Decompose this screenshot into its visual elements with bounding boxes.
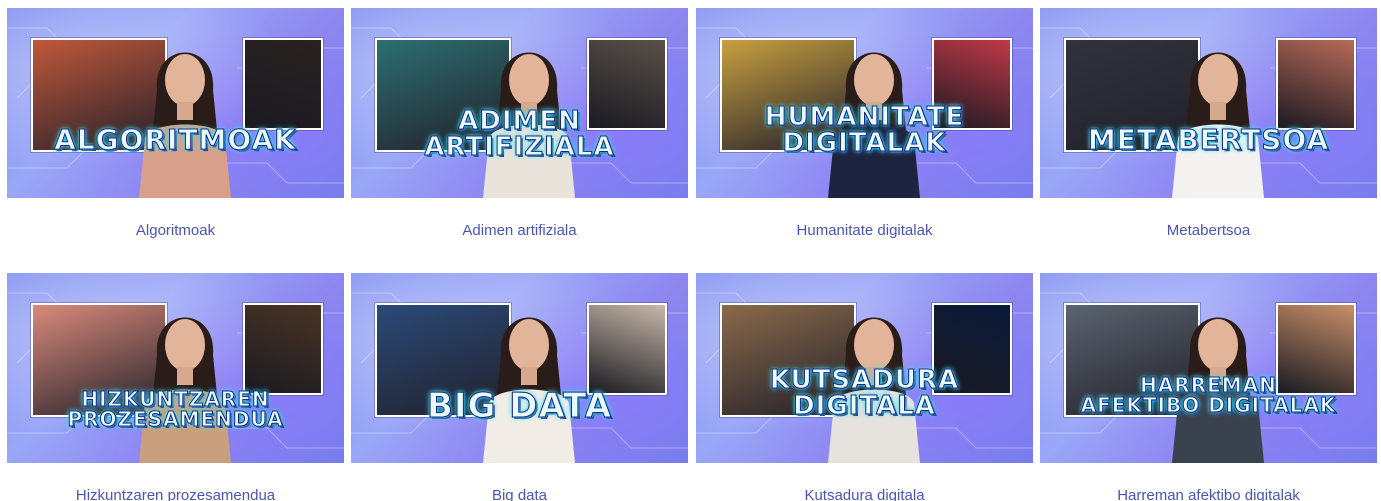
- video-card[interactable]: KUTSADURA DIGITALA Kutsadura digitala: [696, 273, 1033, 501]
- video-caption-link[interactable]: Adimen artifiziala: [351, 222, 688, 239]
- video-thumbnail[interactable]: KUTSADURA DIGITALA: [696, 273, 1033, 463]
- video-thumbnail[interactable]: ADIMEN ARTIFIZIALA: [351, 8, 688, 198]
- video-thumbnail[interactable]: HUMANITATE DIGITALAK: [696, 8, 1033, 198]
- video-caption-link[interactable]: Big data: [351, 487, 688, 501]
- video-card[interactable]: METABERTSOA Metabertsoa: [1040, 8, 1377, 239]
- video-thumbnail[interactable]: BIG DATA: [351, 273, 688, 463]
- thumbnail-title-overlay: HUMANITATE DIGITALAK: [764, 102, 965, 158]
- thumbnail-photo-right: [1276, 38, 1356, 130]
- video-thumbnail[interactable]: HARREMAN AFEKTIBO DIGITALAK: [1040, 273, 1377, 463]
- video-card[interactable]: HUMANITATE DIGITALAK Humanitate digitalak: [696, 8, 1033, 239]
- presenter-figure: [1172, 52, 1264, 198]
- video-card[interactable]: BIG DATA Big data: [351, 273, 688, 501]
- presenter-figure: [483, 317, 575, 463]
- video-caption-link[interactable]: Kutsadura digitala: [696, 487, 1033, 501]
- video-grid: ALGORITMOAK Algoritmoak ADIMEN ARTIFIZIALA…: [0, 0, 1381, 501]
- thumbnail-title-overlay: KUTSADURA DIGITALA: [769, 365, 960, 421]
- video-thumbnail[interactable]: ALGORITMOAK: [7, 8, 344, 198]
- thumbnail-photo-right: [243, 303, 323, 395]
- video-card[interactable]: ADIMEN ARTIFIZIALA Adimen artifiziala: [351, 8, 688, 239]
- thumbnail-photo-right: [243, 38, 323, 130]
- thumbnail-title-overlay: HARREMAN AFEKTIBO DIGITALAK: [1080, 373, 1337, 417]
- video-caption-link[interactable]: Humanitate digitalak: [696, 222, 1033, 239]
- video-caption-link[interactable]: Harreman afektibo digitalak: [1040, 487, 1377, 501]
- thumbnail-title-overlay: ALGORITMOAK: [54, 123, 297, 156]
- thumbnail-photo-right: [587, 303, 667, 395]
- presenter-figure: [139, 52, 231, 198]
- thumbnail-title-overlay: BIG DATA: [426, 386, 613, 426]
- video-thumbnail[interactable]: METABERTSOA: [1040, 8, 1377, 198]
- video-card[interactable]: HARREMAN AFEKTIBO DIGITALAK Harreman afek…: [1040, 273, 1377, 501]
- video-caption-link[interactable]: Metabertsoa: [1040, 222, 1377, 239]
- thumbnail-title-overlay: HIZKUNTZAREN PROZESAMENDUA: [67, 387, 284, 431]
- video-caption-link[interactable]: Hizkuntzaren prozesamendua: [7, 487, 344, 501]
- video-caption-link[interactable]: Algoritmoak: [7, 222, 344, 239]
- video-card[interactable]: HIZKUNTZAREN PROZESAMENDUA Hizkuntzaren p…: [7, 273, 344, 501]
- thumbnail-title-overlay: METABERTSOA: [1087, 123, 1330, 156]
- video-card[interactable]: ALGORITMOAK Algoritmoak: [7, 8, 344, 239]
- video-thumbnail[interactable]: HIZKUNTZAREN PROZESAMENDUA: [7, 273, 344, 463]
- thumbnail-title-overlay: ADIMEN ARTIFIZIALA: [424, 106, 615, 162]
- presenter-figure: [139, 317, 231, 463]
